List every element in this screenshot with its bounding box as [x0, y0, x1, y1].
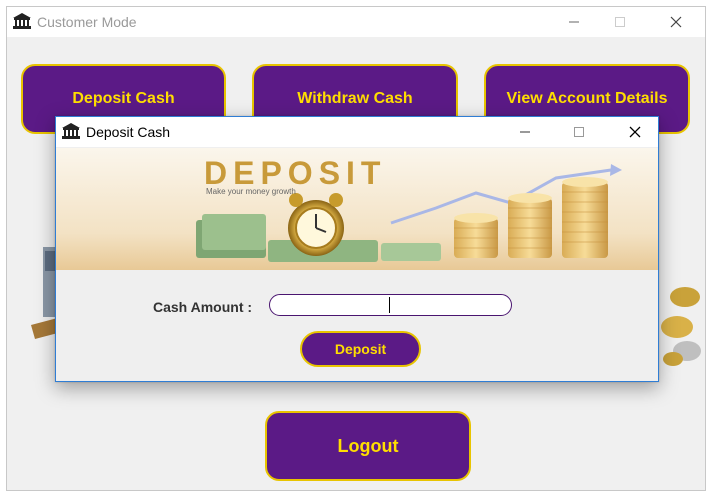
- close-button[interactable]: [653, 7, 699, 37]
- maximize-button[interactable]: [597, 7, 643, 37]
- dialog-maximize-button[interactable]: [556, 117, 602, 147]
- close-icon: [670, 16, 682, 28]
- cash-amount-input[interactable]: [269, 294, 512, 316]
- bank-icon: [13, 13, 31, 34]
- minimize-button[interactable]: [551, 7, 597, 37]
- deposit-cash-dialog: Deposit Cash DEPOSIT Make your money gro…: [55, 116, 659, 382]
- cash-amount-label: Cash Amount :: [153, 299, 253, 315]
- banner-heading: DEPOSIT: [204, 155, 386, 191]
- logout-button[interactable]: Logout: [265, 411, 471, 481]
- main-window-title: Customer Mode: [37, 14, 137, 30]
- close-icon: [629, 126, 641, 138]
- minimize-icon: [569, 21, 579, 23]
- main-title-bar: Customer Mode: [7, 7, 705, 37]
- coins-illustration: [661, 287, 701, 366]
- dialog-title-bar: Deposit Cash: [56, 117, 658, 147]
- text-caret: [389, 297, 390, 313]
- dialog-title: Deposit Cash: [86, 124, 171, 140]
- dialog-minimize-button[interactable]: [502, 117, 548, 147]
- banner-tagline: Make your money growth: [206, 187, 296, 196]
- deposit-button[interactable]: Deposit: [300, 331, 421, 367]
- deposit-banner: DEPOSIT Make your money growth: [56, 148, 658, 270]
- maximize-icon: [615, 17, 625, 27]
- bank-icon: [62, 123, 80, 144]
- minimize-icon: [520, 131, 530, 133]
- maximize-icon: [574, 127, 584, 137]
- dialog-close-button[interactable]: [612, 117, 658, 147]
